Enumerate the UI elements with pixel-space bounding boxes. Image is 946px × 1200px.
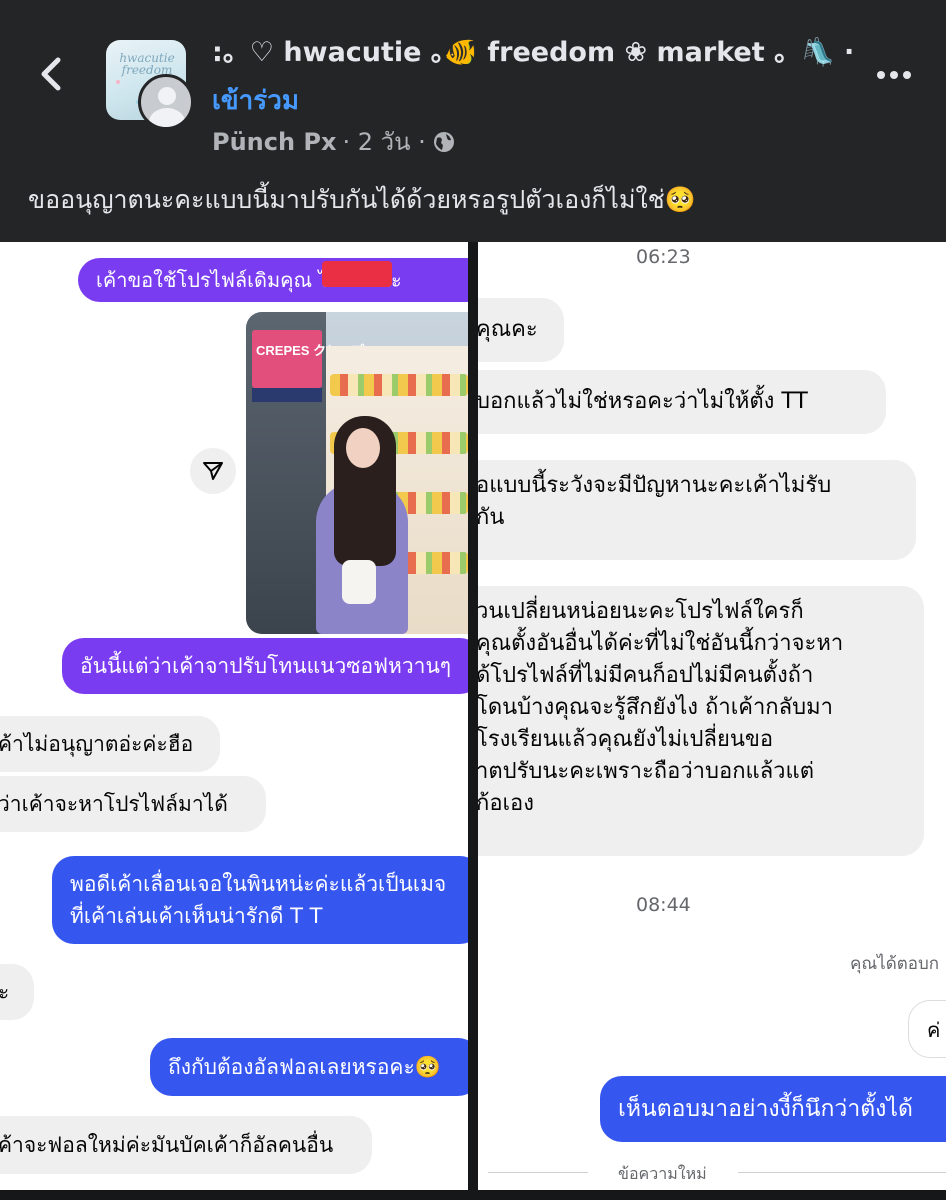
message-text: กัน [478, 505, 505, 530]
message-text: อันนี้แต่ว่าเค้าจาปรับโทนแนวซอฟหวานๆ [80, 654, 452, 678]
post-caption: ขออนุญาตนะคะแบบนี้มาปรับกันได้ด้วยหรอรูป… [28, 185, 696, 214]
sent-message: เค้าขอใช้โปรไฟล์เดิมคุณ ได้ม้ายคะ [78, 258, 468, 302]
group-avatar-logo: hwacutie freedom [119, 51, 175, 77]
message-text: พอดีเค้าเลื่อนเจอในพินหน่ะค่ะแล้วเป็นเมจ [70, 872, 447, 896]
message-text: ที่เค้าเล่นเค้าเห็นน่ารักดี T T [70, 904, 323, 928]
sent-message: เห็นตอบมาอย่างงี้ก็นึกว่าตั้งได้ [600, 1076, 946, 1142]
message-text: ค้าจะฟอลใหม่ค่ะมันบัคเค้าก็อัลคนอื่น [0, 1133, 334, 1157]
right-chat-screenshot[interactable]: 06:23 คุณคะ บอกแล้วไม่ใช่หรอคะว่าไม่ให้ต… [478, 242, 946, 1190]
author-avatar[interactable] [138, 74, 194, 130]
more-horizontal-icon [890, 71, 898, 79]
message-text: เห็นตอบมาอย่างงี้ก็นึกว่าตั้งได้ [618, 1096, 913, 1122]
post-header: hwacutie freedom :。♡ hwacutie ｡🐠 freedom… [0, 0, 946, 242]
join-group-link[interactable]: เข้าร่วม [212, 80, 299, 121]
photo-shelf [330, 374, 468, 396]
message-text: บอกแล้วไม่ใช่หรอคะว่าไม่ให้ตั้ง TT [478, 389, 808, 414]
message-text: ค่ [927, 1018, 941, 1042]
message-text: ถึงกับต้องอัลฟอลเลยหรอคะ🥺 [168, 1055, 441, 1079]
received-message: บอกแล้วไม่ใช่หรอคะว่าไม่ให้ตั้ง TT [478, 370, 886, 434]
message-timestamp: 06:23 [636, 246, 691, 268]
new-messages-line [488, 1172, 588, 1173]
back-button[interactable] [30, 52, 74, 96]
sent-message: อันนี้แต่ว่าเค้าจาปรับโทนแนวซอฟหวานๆ [62, 638, 468, 694]
message-text: ะ [0, 980, 10, 1004]
send-icon [203, 462, 223, 480]
received-message: ว่าเค้าจะหาโปรไฟล์มาได้ [0, 776, 266, 832]
post-time[interactable]: · 2 วัน · [343, 122, 426, 161]
more-horizontal-icon [903, 71, 911, 79]
post-meta: Pünch Px · 2 วัน · [212, 122, 456, 161]
quoted-message: ค่ [908, 1000, 946, 1058]
photo-person-face [346, 428, 380, 468]
photo-sign [252, 330, 322, 388]
photo-sign-band [252, 388, 322, 402]
message-text: ว่าเค้าจะหาโปรไฟล์มาได้ [0, 792, 228, 816]
message-text: ก้อเอง [478, 791, 535, 816]
message-timestamp: 08:44 [636, 894, 691, 916]
message-text: วนเปลี่ยนหน่อยนะคะโปรไฟล์ใครก็ [478, 599, 804, 624]
message-text: คุณตั้งอันอื่นได้ค่ะที่ไม่ใช่อันนี้กว่าจ… [478, 631, 844, 656]
message-text: าตปรับนะคะเพราะถือว่าบอกแล้วแต่ [478, 759, 815, 784]
screenshot-divider [468, 242, 478, 1200]
message-text: โรงเรียนแล้วคุณยังไม่เปลี่ยนขอ [478, 727, 774, 752]
received-message: คุณคะ [478, 298, 564, 362]
more-horizontal-icon [877, 71, 885, 79]
share-button[interactable] [190, 448, 236, 494]
avatar-body-shape [149, 108, 185, 127]
left-chat-screenshot[interactable]: เค้าขอใช้โปรไฟล์เดิมคุณ ได้ม้ายคะ CREPES… [0, 242, 468, 1190]
photo-person-bag [342, 560, 376, 604]
bottom-strip [0, 1190, 946, 1200]
received-message: ค้าจะฟอลใหม่ค่ะมันบัคเค้าก็อัลคนอื่น [0, 1116, 372, 1174]
message-text: คุณคะ [478, 317, 538, 342]
received-message: วนเปลี่ยนหน่อยนะคะโปรไฟล์ใครก็ คุณตั้งอั… [478, 586, 924, 856]
new-messages-line [738, 1172, 946, 1173]
sent-message: ถึงกับต้องอัลฟอลเลยหรอคะ🥺 [150, 1038, 468, 1096]
sent-message: พอดีเค้าเลื่อนเจอในพินหน่ะค่ะแล้วเป็นเมจ… [52, 856, 468, 944]
sprinkle-decoration [116, 80, 120, 84]
reply-indicator: คุณได้ตอบก [850, 954, 940, 974]
redaction-mark [322, 261, 392, 287]
globe-icon [433, 131, 454, 152]
message-text: โดนบ้างคุณจะรู้สึกยังไง ถ้าเค้ากลับมา [478, 695, 833, 720]
message-text: ค้าไม่อนุญาตอ่ะค่ะฮือ [0, 732, 194, 756]
new-messages-label: ข้อความใหม่ [618, 1164, 707, 1183]
received-message: ค้าไม่อนุญาตอ่ะค่ะฮือ [0, 716, 220, 772]
avatar-head-shape [158, 87, 176, 105]
received-message: ะ [0, 964, 34, 1020]
received-message: อแบบนี้ระวังจะมีปัญหานะคะเค้าไม่รับ กัน [478, 460, 916, 560]
author-name[interactable]: Pünch Px [212, 128, 337, 156]
message-text: อแบบนี้ระวังจะมีปัญหานะคะเค้าไม่รับ [478, 473, 832, 498]
more-options-button[interactable] [872, 60, 916, 90]
shared-photo[interactable]: CREPES クレープ [246, 312, 468, 634]
message-text: ด้โปรไฟล์ที่ไม่มีคนก็อปไม่มีคนตั้งถ้า [478, 663, 814, 688]
group-name[interactable]: :。♡ hwacutie ｡🐠 freedom ❀ market 。🛝 · [212, 30, 854, 69]
chevron-left-icon [41, 57, 61, 91]
